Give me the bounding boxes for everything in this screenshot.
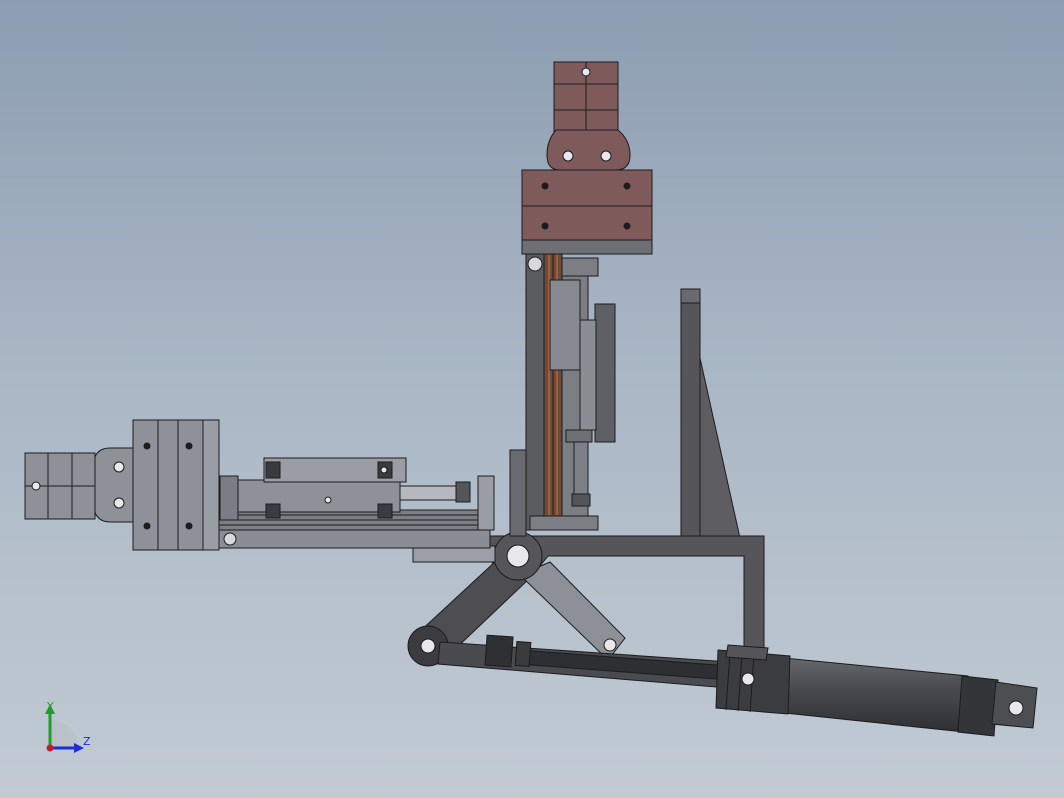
horizontal-slide: [199, 457, 496, 563]
cad-viewport[interactable]: Y Z: [0, 0, 1064, 798]
mechanism-drawing: Y Z: [24, 61, 1038, 753]
coordinate-triad: Y Z: [45, 700, 91, 753]
y-axis-label: Y: [46, 700, 54, 713]
pivot-hole: [603, 638, 617, 652]
pneumatic-cylinder: [437, 634, 1038, 737]
upper-gripper: [521, 61, 653, 255]
origin-point: [46, 744, 54, 752]
left-gripper: [24, 419, 220, 551]
vertical-guide-column: [509, 238, 616, 537]
z-axis-label: Z: [83, 735, 91, 748]
triad-plane: [50, 720, 78, 748]
